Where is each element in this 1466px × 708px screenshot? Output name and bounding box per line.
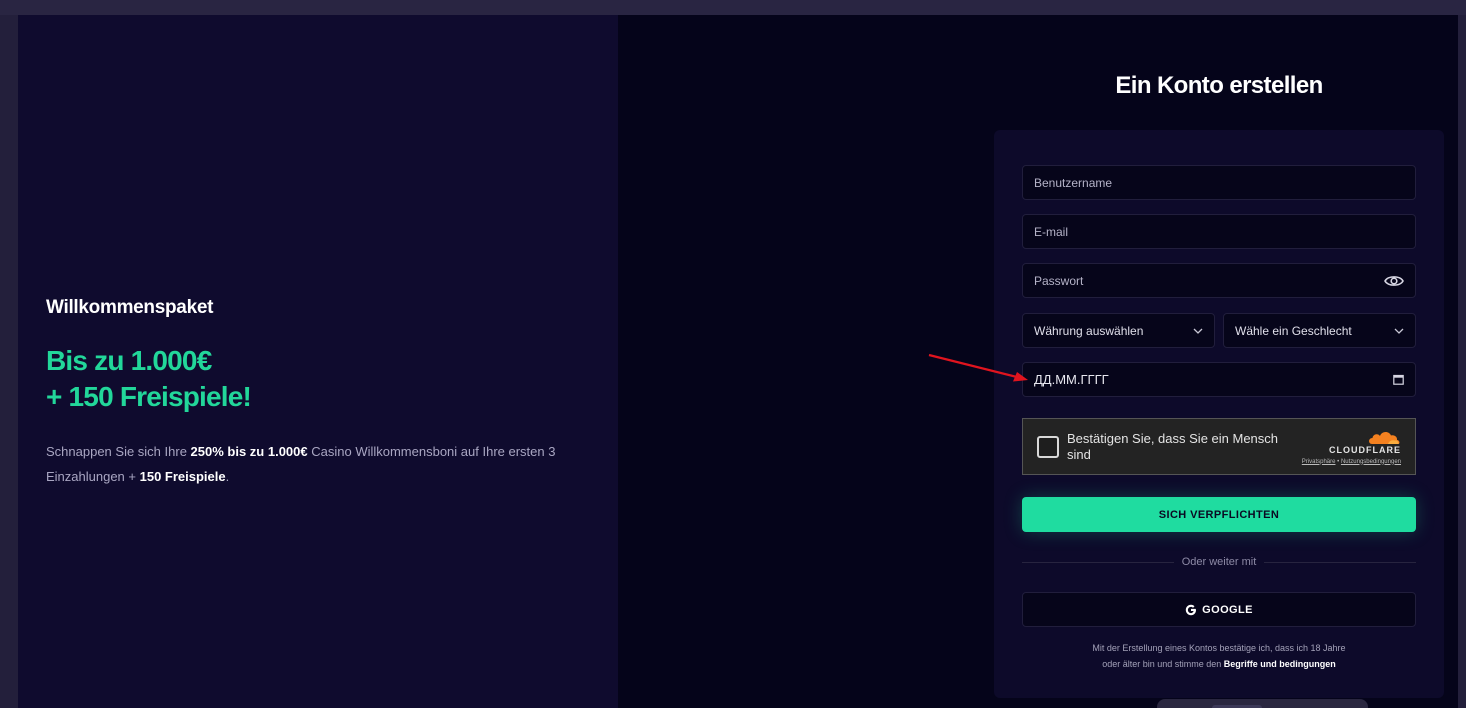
chevron-down-icon	[1394, 328, 1404, 334]
promo-headline-line1: Bis zu 1.000€	[46, 345, 212, 376]
cloudflare-wordmark: CLOUDFLARE	[1329, 444, 1401, 455]
captcha-text: Bestätigen Sie, dass Sie ein Mensch sind	[1067, 430, 1279, 462]
cloudflare-cloud-icon	[1302, 429, 1401, 445]
terms-conditions-link[interactable]: Begriffe und bedingungen	[1224, 659, 1336, 669]
password-input[interactable]: Passwort	[1022, 263, 1416, 298]
captcha-links: Privatsphäre • Nutzungsbedingungen	[1302, 459, 1401, 465]
cloudflare-brand: CLOUDFLARE Privatsphäre • Nutzungsbeding…	[1302, 429, 1401, 465]
currency-select[interactable]: Währung auswählen	[1022, 313, 1215, 348]
privacy-link[interactable]: Privatsphäre	[1302, 459, 1336, 465]
promo-label: Willkommenspaket	[46, 297, 214, 318]
signup-form-card: Benutzername E-mail Passwort Währung aus…	[994, 130, 1444, 698]
submit-button[interactable]: SICH VERPFLICHTEN	[1022, 497, 1416, 532]
gender-select-value: Wähle ein Geschlecht	[1235, 323, 1352, 338]
birthdate-input[interactable]: ДД.ММ.ГГГГ	[1022, 362, 1416, 397]
terms-of-use-link[interactable]: Nutzungsbedingungen	[1341, 459, 1401, 465]
username-placeholder: Benutzername	[1034, 175, 1113, 190]
eye-icon[interactable]	[1384, 274, 1404, 288]
terms-line-2-text: oder älter bin und stimme den	[1102, 659, 1224, 669]
google-button-label: GOOGLE	[1202, 603, 1253, 616]
captcha-checkbox[interactable]	[1037, 435, 1059, 458]
terms-notice: Mit der Erstellung eines Kontos bestätig…	[1022, 640, 1416, 672]
divider-line-right	[1264, 561, 1417, 563]
cloudflare-captcha: Bestätigen Sie, dass Sie ein Mensch sind…	[1022, 418, 1416, 475]
annotation-arrow	[928, 353, 1028, 382]
birthdate-placeholder: ДД.ММ.ГГГГ	[1034, 372, 1109, 387]
browser-top-bar	[0, 0, 1466, 15]
divider-text: Oder weiter mit	[1181, 556, 1257, 568]
gender-select[interactable]: Wähle ein Geschlecht	[1223, 313, 1416, 348]
google-login-button[interactable]: GOOGLE	[1022, 592, 1416, 627]
promo-headline-line2: + 150 Freispiele!	[46, 381, 252, 412]
or-continue-divider: Oder weiter mit	[1022, 554, 1417, 570]
currency-select-value: Währung auswählen	[1034, 323, 1144, 338]
chevron-down-icon	[1193, 328, 1203, 334]
captcha-link-separator: •	[1337, 458, 1340, 465]
promo-desc-bonus: 250% bis zu 1.000€	[190, 444, 308, 459]
calendar-icon[interactable]	[1393, 374, 1404, 385]
google-g-icon	[1185, 604, 1197, 616]
bottom-drawer-tab[interactable]	[1157, 699, 1368, 708]
welcome-promo: Willkommenspaket Bis zu 1.000€ + 150 Fre…	[46, 297, 566, 489]
username-input[interactable]: Benutzername	[1022, 165, 1416, 200]
terms-line-2: oder älter bin und stimme den Begriffe u…	[1022, 656, 1416, 672]
right-frame-strip	[1458, 15, 1466, 708]
left-frame-strip	[0, 15, 18, 708]
terms-line-1: Mit der Erstellung eines Kontos bestätig…	[1092, 643, 1346, 653]
email-input[interactable]: E-mail	[1022, 214, 1416, 249]
password-placeholder: Passwort	[1034, 273, 1084, 288]
promo-desc-freespins: 150 Freispiele	[139, 469, 226, 484]
email-placeholder: E-mail	[1034, 224, 1069, 239]
promo-description: Schnappen Sie sich Ihre 250% bis zu 1.00…	[46, 439, 566, 489]
promo-headline: Bis zu 1.000€ + 150 Freispiele!	[46, 343, 566, 415]
promo-panel: Willkommenspaket Bis zu 1.000€ + 150 Fre…	[18, 15, 618, 708]
promo-desc-text-3: .	[225, 469, 230, 484]
divider-line-left	[1022, 561, 1174, 563]
page-title: Ein Konto erstellen	[1115, 72, 1323, 99]
promo-desc-text-1: Schnappen Sie sich Ihre	[46, 444, 191, 459]
